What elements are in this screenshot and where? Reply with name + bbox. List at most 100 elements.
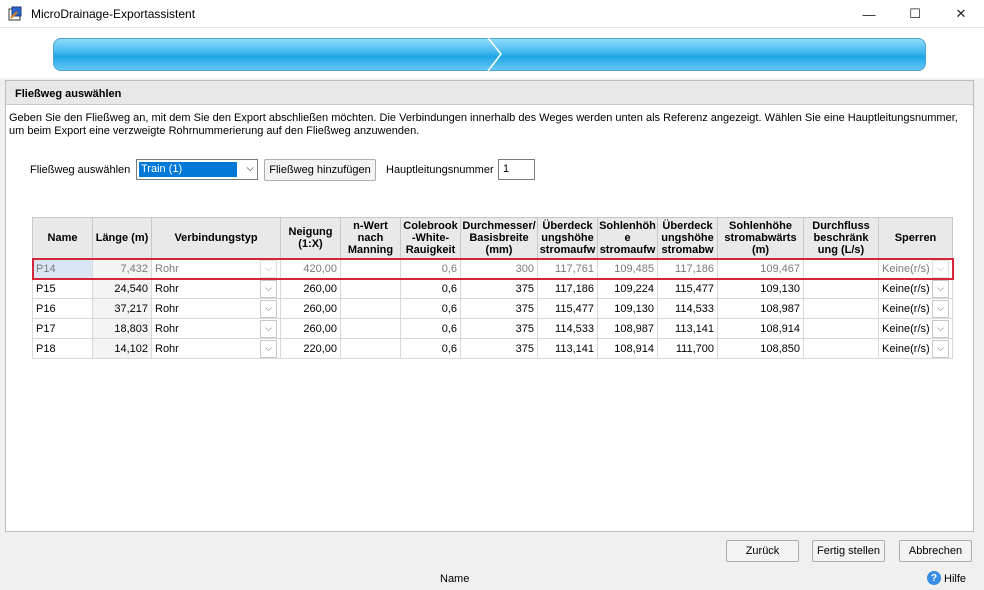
column-header[interactable]: Colebrook -White-Rauigkeit [400,217,461,259]
cell-name[interactable]: P18 [32,338,93,359]
cell-flow-limit[interactable] [803,258,879,279]
cell-manning[interactable] [340,258,401,279]
cell-name[interactable]: P15 [32,278,93,299]
cell-invert-up[interactable]: 109,130 [597,298,658,319]
cell-slope[interactable]: 420,00 [280,258,341,279]
close-button[interactable]: ✕ [938,0,984,28]
chevron-down-icon[interactable]: ⌵ [932,319,949,338]
column-header[interactable]: Verbindungstyp [151,217,281,259]
cell-colebrook[interactable]: 0,6 [400,298,461,319]
cell-cover-up[interactable]: 114,533 [537,318,598,339]
cell-invert-up[interactable]: 108,914 [597,338,658,359]
column-header[interactable]: Durchmesser/ Basisbreite (mm) [460,217,538,259]
cell-manning[interactable] [340,298,401,319]
cell-length[interactable]: 24,540 [92,278,152,299]
table-row[interactable]: P16 37,217 Rohr ⌵ 260,00 0,6 375 115,477 … [32,298,953,319]
cell-type[interactable]: Rohr ⌵ [151,278,281,299]
cell-diameter[interactable]: 300 [460,258,538,279]
add-flow-path-button[interactable]: Fließweg hinzufügen [264,159,376,181]
finish-button[interactable]: Fertig stellen [812,540,885,562]
maximize-button[interactable]: ☐ [892,0,938,28]
cell-cover-down[interactable]: 113,141 [657,318,718,339]
minimize-button[interactable]: — [846,0,892,28]
cell-type[interactable]: Rohr ⌵ [151,258,281,279]
cell-colebrook[interactable]: 0,6 [400,338,461,359]
cell-slope[interactable]: 260,00 [280,318,341,339]
column-header[interactable]: Länge (m) [92,217,152,259]
cell-flow-limit[interactable] [803,338,879,359]
chevron-down-icon[interactable]: ⌵ [932,299,949,318]
cell-colebrook[interactable]: 0,6 [400,278,461,299]
chevron-down-icon[interactable]: ⌵ [932,279,949,298]
cell-lock[interactable]: Keine(r/s) ⌵ [878,278,953,299]
cell-slope[interactable]: 260,00 [280,298,341,319]
cell-cover-up[interactable]: 117,186 [537,278,598,299]
cell-colebrook[interactable]: 0,6 [400,258,461,279]
cell-flow-limit[interactable] [803,278,879,299]
chevron-down-icon[interactable]: ⌵ [260,279,277,298]
column-header[interactable]: Überdeck ungshöhe stromaufw [537,217,598,259]
column-header[interactable]: Sohlenhöh e stromaufw [597,217,658,259]
cell-colebrook[interactable]: 0,6 [400,318,461,339]
column-header[interactable]: Neigung (1:X) [280,217,341,259]
chevron-down-icon[interactable]: ⌵ [932,259,949,278]
cell-lock[interactable]: Keine(r/s) ⌵ [878,258,953,279]
cell-cover-up[interactable]: 113,141 [537,338,598,359]
chevron-down-icon[interactable]: ⌵ [260,339,277,358]
cell-type[interactable]: Rohr ⌵ [151,338,281,359]
cell-manning[interactable] [340,318,401,339]
cell-invert-down[interactable]: 108,914 [717,318,804,339]
column-header[interactable]: Durchfluss beschränk ung (L/s) [803,217,879,259]
column-header[interactable]: Name [32,217,93,259]
cell-flow-limit[interactable] [803,318,879,339]
cell-invert-down[interactable]: 109,467 [717,258,804,279]
cell-name[interactable]: P14 [32,258,93,279]
cell-length[interactable]: 14,102 [92,338,152,359]
column-header[interactable]: n-Wert nach Manning [340,217,401,259]
cell-lock[interactable]: Keine(r/s) ⌵ [878,318,953,339]
cell-diameter[interactable]: 375 [460,298,538,319]
back-button[interactable]: Zurück [726,540,799,562]
chevron-down-icon[interactable]: ⌵ [932,339,949,358]
cell-type[interactable]: Rohr ⌵ [151,298,281,319]
cell-length[interactable]: 7,432 [92,258,152,279]
cell-cover-down[interactable]: 117,186 [657,258,718,279]
cell-flow-limit[interactable] [803,298,879,319]
cancel-button[interactable]: Abbrechen [899,540,972,562]
cell-slope[interactable]: 260,00 [280,278,341,299]
help-link[interactable]: Hilfe [944,573,966,585]
cell-invert-down[interactable]: 108,987 [717,298,804,319]
flow-path-select[interactable]: Train (1) ⌵ [136,159,258,180]
table-row[interactable]: P14 7,432 Rohr ⌵ 420,00 0,6 300 117,761 1… [31,257,954,280]
cell-invert-up[interactable]: 109,224 [597,278,658,299]
cell-manning[interactable] [340,338,401,359]
cell-type[interactable]: Rohr ⌵ [151,318,281,339]
help-icon[interactable]: ? [927,571,941,585]
column-header[interactable]: Sohlenhöhe stromabwärts (m) [717,217,804,259]
table-row[interactable]: P17 18,803 Rohr ⌵ 260,00 0,6 375 114,533 … [32,318,953,339]
cell-diameter[interactable]: 375 [460,318,538,339]
cell-invert-up[interactable]: 108,987 [597,318,658,339]
chevron-down-icon[interactable]: ⌵ [260,299,277,318]
cell-lock[interactable]: Keine(r/s) ⌵ [878,298,953,319]
cell-length[interactable]: 18,803 [92,318,152,339]
column-header[interactable]: Sperren [878,217,953,259]
cell-invert-down[interactable]: 109,130 [717,278,804,299]
cell-slope[interactable]: 220,00 [280,338,341,359]
cell-manning[interactable] [340,278,401,299]
cell-name[interactable]: P17 [32,318,93,339]
cell-cover-down[interactable]: 114,533 [657,298,718,319]
table-row[interactable]: P18 14,102 Rohr ⌵ 220,00 0,6 375 113,141 … [32,338,953,359]
main-pipe-number-input[interactable]: 1 [498,159,535,180]
cell-cover-down[interactable]: 115,477 [657,278,718,299]
chevron-down-icon[interactable]: ⌵ [260,259,277,278]
column-header[interactable]: Überdeck ungshöhe stromabw [657,217,718,259]
cell-length[interactable]: 37,217 [92,298,152,319]
cell-lock[interactable]: Keine(r/s) ⌵ [878,338,953,359]
chevron-down-icon[interactable]: ⌵ [260,319,277,338]
cell-diameter[interactable]: 375 [460,278,538,299]
cell-cover-up[interactable]: 117,761 [537,258,598,279]
cell-invert-down[interactable]: 108,850 [717,338,804,359]
cell-name[interactable]: P16 [32,298,93,319]
cell-cover-up[interactable]: 115,477 [537,298,598,319]
